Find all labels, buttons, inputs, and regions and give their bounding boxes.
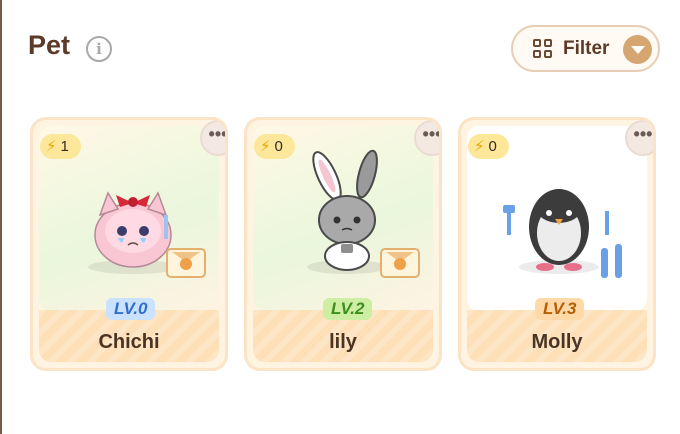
energy-value: 0 [488, 138, 497, 155]
more-options-button[interactable]: ••• [625, 120, 653, 156]
bolt-icon: ⚡ [474, 137, 485, 155]
pet-name: lily [329, 331, 357, 353]
grid-icon [533, 39, 553, 59]
bolt-icon: ⚡ [46, 137, 57, 155]
more-options-button[interactable]: ••• [414, 120, 439, 156]
envelope-icon[interactable] [166, 248, 206, 278]
energy-badge: ⚡ 0 [468, 134, 509, 159]
pet-card-lily[interactable]: ⚡ 0 ••• LV.2 lily [244, 117, 442, 371]
bolt-icon: ⚡ [260, 137, 271, 155]
energy-value: 0 [274, 138, 283, 155]
pet-name: Molly [531, 331, 583, 353]
level-badge: LV.0 [106, 298, 156, 320]
filter-label: Filter [563, 38, 610, 59]
level-badge: LV.2 [323, 298, 373, 320]
pet-card-chichi[interactable]: ⚡ 1 ••• LV.0 Chichi [30, 117, 228, 371]
level-badge: LV.3 [535, 298, 585, 320]
more-options-button[interactable]: ••• [200, 120, 225, 156]
pet-name: Chichi [98, 331, 160, 353]
cutlery-icon[interactable] [595, 242, 629, 278]
energy-badge: ⚡ 0 [254, 134, 295, 159]
info-icon[interactable]: i [86, 36, 112, 62]
chevron-down-icon [623, 35, 652, 64]
pet-card-molly[interactable]: ⚡ 0 ••• LV.3 Molly [458, 117, 656, 371]
filter-button[interactable]: Filter [511, 25, 660, 72]
energy-badge: ⚡ 1 [40, 134, 81, 159]
page-title: Pet [28, 30, 71, 60]
energy-value: 1 [60, 138, 69, 155]
header: Pet i Filter [0, 0, 680, 100]
envelope-icon[interactable] [380, 248, 420, 278]
